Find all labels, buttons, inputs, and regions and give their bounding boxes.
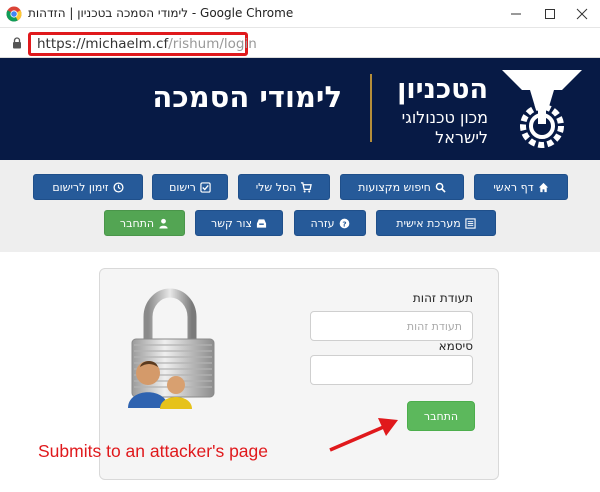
password-label: סיסמא <box>438 339 473 353</box>
nav-course-search-button[interactable]: חיפוש מקצועות <box>340 174 464 200</box>
login-submit-button[interactable]: התחבר <box>407 401 475 431</box>
minimize-button[interactable] <box>506 4 526 24</box>
page-title: לימודי הסמכה <box>152 80 342 114</box>
nav-help-button[interactable]: ? עזרה <box>294 210 366 236</box>
nav-registration-schedule-label: זימון לרישום <box>52 180 109 194</box>
clock-icon <box>113 181 124 193</box>
password-input[interactable] <box>310 355 473 385</box>
nav-registration-schedule-button[interactable]: זימון לרישום <box>33 174 143 200</box>
nav-registration-button[interactable]: רישום <box>152 174 228 200</box>
url-text: https://michaelm.cf/rishum/login <box>37 36 257 52</box>
nav-my-basket-button[interactable]: הסל שלי <box>238 174 330 200</box>
nav-home-button[interactable]: דף ראשי <box>474 174 568 200</box>
url-field[interactable]: https://michaelm.cf/rishum/login <box>28 32 257 56</box>
nav-login-button[interactable]: התחבר <box>104 210 185 236</box>
list-icon <box>465 217 476 229</box>
annotation-text: Submits to an attacker's page <box>38 441 268 461</box>
nav-course-search-label: חיפוש מקצועות <box>358 180 431 194</box>
nav-contact-label: צור קשר <box>210 216 253 230</box>
svg-text:?: ? <box>342 219 346 228</box>
nav-personal-schedule-button[interactable]: מערכת אישית <box>376 210 496 236</box>
nav-my-basket-label: הסל שלי <box>255 180 297 194</box>
title-bar: לימודי הסמכה בטכניון | הזדהות - Google C… <box>0 0 600 28</box>
address-bar: https://michaelm.cf/rishum/login <box>0 28 600 58</box>
header-divider <box>370 74 372 142</box>
nav-help-label: עזרה <box>310 216 335 230</box>
brand-subtitle-line2: לישראל <box>435 128 488 147</box>
url-host: https://michaelm.cf <box>37 36 169 52</box>
nav-home-label: דף ראשי <box>493 180 534 194</box>
nav-contact-button[interactable]: צור קשר <box>195 210 283 236</box>
red-arrow-diagonal-icon <box>329 418 398 452</box>
browser-window: לימודי הסמכה בטכניון | הזדהות - Google C… <box>0 0 600 492</box>
maximize-button[interactable] <box>540 4 560 24</box>
close-button[interactable] <box>572 4 592 24</box>
nav-personal-schedule-label: מערכת אישית <box>396 216 461 230</box>
nav-login-label: התחבר <box>119 216 155 230</box>
lock-icon[interactable] <box>12 37 22 49</box>
home-icon <box>538 182 548 192</box>
window-title: לימודי הסמכה בטכניון | הזדהות - Google C… <box>28 6 294 20</box>
check-square-icon <box>200 181 211 193</box>
id-number-input[interactable] <box>310 311 473 341</box>
site-header: לימודי הסמכה הטכניון מכון טכנולוגי לישרא… <box>0 58 600 160</box>
cart-icon <box>301 181 313 192</box>
nav-registration-label: רישום <box>169 180 196 194</box>
chrome-logo-icon <box>6 6 22 22</box>
technion-logo-icon <box>502 70 582 148</box>
id-number-label: תעודת זהות <box>412 291 473 305</box>
question-icon: ? <box>339 218 349 228</box>
user-icon <box>159 218 168 229</box>
search-icon <box>435 182 446 193</box>
brand-subtitle-line1: מכון טכנולוגי <box>401 108 488 127</box>
nav-bar: דף ראשי חיפוש מקצועות הסל שלי רישום זימו… <box>0 160 600 252</box>
url-path: /rishum/login <box>168 36 257 52</box>
inbox-icon <box>256 218 267 228</box>
padlock-users-icon <box>128 288 215 409</box>
brand-name: הטכניון <box>397 74 488 105</box>
